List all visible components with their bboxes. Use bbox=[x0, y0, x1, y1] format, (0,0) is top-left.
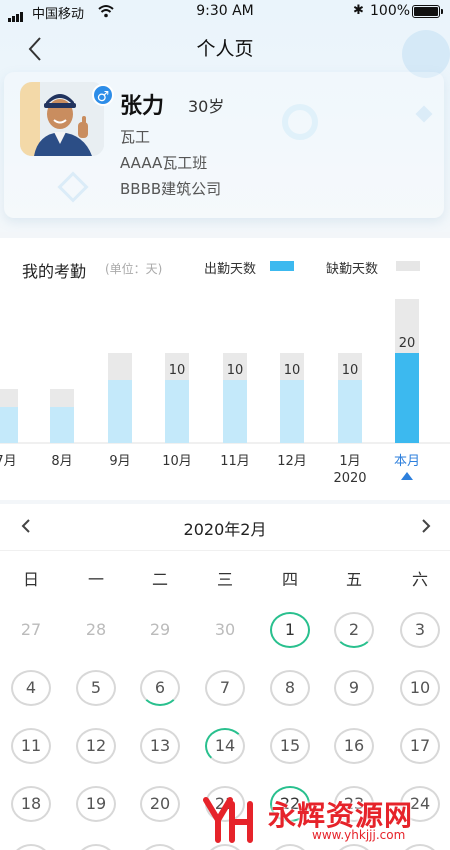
calendar-day[interactable]: 13 bbox=[140, 728, 180, 764]
x-tick-label: 9月 bbox=[109, 454, 130, 469]
calendar-day[interactable]: 27 bbox=[11, 612, 51, 648]
x-tick-label: 8月 bbox=[51, 454, 72, 469]
attendance-bar-chart[interactable]: 7月8月9月1010月1011月1012月101月202020本月 bbox=[0, 286, 450, 496]
bar-present bbox=[338, 380, 362, 443]
calendar-day[interactable]: 7 bbox=[205, 670, 245, 706]
weekday-label: 三 bbox=[216, 570, 233, 589]
weekday-label: 一 bbox=[87, 570, 104, 589]
calendar-day[interactable]: 2 bbox=[334, 612, 374, 648]
bar-data-label: 10 bbox=[227, 363, 244, 378]
weekday-label: 五 bbox=[345, 570, 362, 589]
current-month-marker-icon bbox=[401, 472, 413, 480]
calendar-day[interactable]: 16 bbox=[334, 728, 374, 764]
page-title: 个人页 bbox=[196, 38, 254, 60]
bar-present bbox=[108, 380, 132, 443]
bar-present bbox=[223, 380, 247, 443]
bar-data-label: 10 bbox=[284, 363, 301, 378]
weekday-label: 二 bbox=[151, 570, 168, 589]
legend-absent-label: 缺勤天数 bbox=[326, 262, 379, 277]
calendar-day[interactable]: 20 bbox=[140, 786, 180, 822]
bar-present bbox=[395, 353, 419, 443]
bar-data-label: 20 bbox=[399, 336, 416, 351]
attendance-unit: (单位：天) bbox=[105, 262, 163, 276]
watermark: 永辉资源网 www.yhkjjj.com bbox=[196, 790, 450, 850]
calendar-day[interactable]: 11 bbox=[11, 728, 51, 764]
calendar-day[interactable]: 18 bbox=[11, 786, 51, 822]
weekday-label: 六 bbox=[411, 570, 428, 589]
x-tick-label: 10月 bbox=[162, 454, 192, 469]
legend-present-label: 出勤天数 bbox=[204, 262, 257, 277]
weekday-label: 四 bbox=[281, 570, 298, 589]
bar-absent bbox=[108, 353, 132, 380]
calendar-day[interactable]: 17 bbox=[400, 728, 440, 764]
male-gender-icon: ♂ bbox=[92, 84, 114, 106]
calendar-day[interactable]: 5 bbox=[76, 670, 116, 706]
calendar-day[interactable]: 9 bbox=[334, 670, 374, 706]
profile-header: 中国移动 9:30 AM ✱ 100% 个人页 ♂ 张力 30岁 瓦工 AAAA… bbox=[0, 0, 450, 232]
x-tick-label: 本月 bbox=[394, 454, 420, 469]
calendar-day[interactable]: 3 bbox=[400, 612, 440, 648]
calendar-day[interactable]: 28 bbox=[76, 612, 116, 648]
x-tick-label: 1月 bbox=[339, 454, 360, 469]
calendar-day[interactable]: 14 bbox=[205, 728, 245, 764]
legend-present-swatch bbox=[270, 261, 294, 271]
legend-absent-swatch bbox=[396, 261, 420, 271]
bar-present bbox=[280, 380, 304, 443]
bar-data-label: 10 bbox=[169, 363, 186, 378]
x-tick-label: 2020 bbox=[333, 471, 366, 486]
profile-card: ♂ 张力 30岁 瓦工 AAAA瓦工班 BBBB建筑公司 bbox=[4, 72, 444, 218]
watermark-logo bbox=[203, 797, 253, 843]
bar-present bbox=[50, 407, 74, 443]
profile-role: 瓦工 bbox=[120, 128, 151, 146]
calendar-day[interactable]: 15 bbox=[270, 728, 310, 764]
status-bar: 中国移动 9:30 AM ✱ 100% bbox=[0, 0, 450, 24]
calendar-day[interactable]: 8 bbox=[270, 670, 310, 706]
bar-absent bbox=[50, 389, 74, 407]
calendar-day[interactable]: 30 bbox=[205, 612, 245, 648]
calendar-day[interactable]: 26 bbox=[76, 844, 116, 850]
attendance-title: 我的考勤 bbox=[22, 262, 87, 281]
x-tick-label: 12月 bbox=[277, 454, 307, 469]
chevron-right-icon[interactable] bbox=[416, 512, 436, 540]
calendar-day[interactable]: 19 bbox=[76, 786, 116, 822]
calendar-day[interactable]: 12 bbox=[76, 728, 116, 764]
calendar-day[interactable]: 4 bbox=[11, 670, 51, 706]
watermark-url: www.yhkjjj.com bbox=[312, 828, 406, 842]
calendar-day[interactable]: 27 bbox=[140, 844, 180, 850]
profile-name: 张力 bbox=[120, 94, 165, 119]
bar-absent bbox=[0, 389, 18, 407]
attendance-section: 我的考勤 (单位：天) 出勤天数 缺勤天数 7月 8月 9月 10 10月 10 11月 10… bbox=[0, 238, 450, 500]
calendar-day[interactable]: 10 bbox=[400, 670, 440, 706]
calendar-day[interactable]: 1 bbox=[270, 612, 310, 648]
calendar-divider bbox=[0, 550, 450, 551]
x-tick-label: 7月 bbox=[0, 454, 17, 469]
bar-present bbox=[0, 407, 18, 443]
profile-team: AAAA瓦工班 bbox=[120, 154, 208, 172]
bar-present bbox=[165, 380, 189, 443]
bluetooth-icon: ✱ bbox=[353, 3, 364, 18]
battery-icon bbox=[412, 5, 443, 18]
battery-percent: 100% bbox=[370, 3, 411, 19]
weekday-label: 日 bbox=[22, 570, 39, 589]
profile-age: 30岁 bbox=[188, 97, 225, 116]
x-tick-label: 11月 bbox=[220, 454, 250, 469]
calendar-day[interactable]: 29 bbox=[140, 612, 180, 648]
calendar-day[interactable]: 6 bbox=[140, 670, 180, 706]
calendar-day[interactable]: 25 bbox=[11, 844, 51, 850]
profile-company: BBBB建筑公司 bbox=[120, 180, 222, 198]
calendar-month: 2020年2月 bbox=[183, 520, 267, 539]
bar-data-label: 10 bbox=[342, 363, 359, 378]
